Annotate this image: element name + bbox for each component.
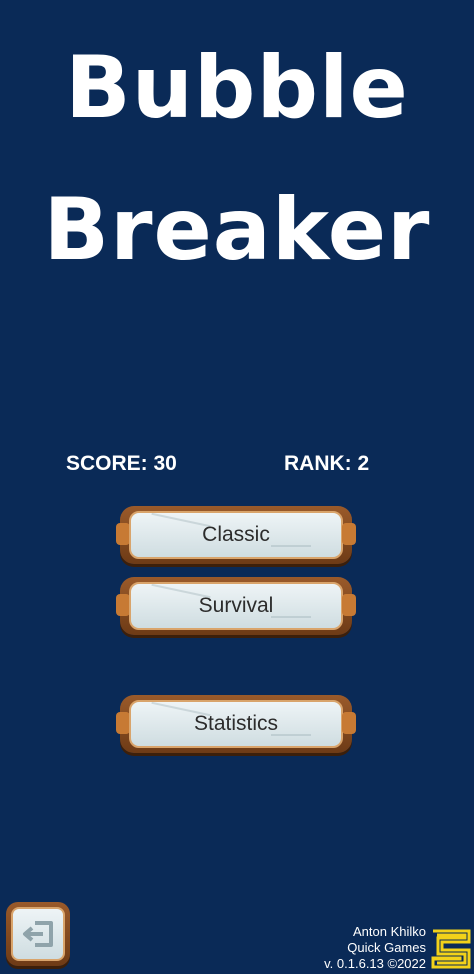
button-face bbox=[11, 907, 65, 961]
survival-mode-label: Survival bbox=[198, 594, 274, 617]
quick-games-logo bbox=[431, 929, 471, 969]
studio-name: Quick Games bbox=[347, 940, 426, 955]
statistics-label: Statistics bbox=[193, 712, 279, 735]
button-face: Classic bbox=[129, 511, 343, 559]
credits: Anton Khilko Quick Games v. 0.1.6.13 ©20… bbox=[324, 924, 426, 972]
button-tab bbox=[116, 712, 130, 734]
button-tab bbox=[116, 523, 130, 545]
classic-mode-label: Classic bbox=[202, 523, 270, 546]
author-name: Anton Khilko bbox=[353, 924, 426, 939]
button-tab bbox=[342, 594, 356, 616]
statistics-button[interactable]: Statistics bbox=[116, 695, 356, 753]
button-face: Statistics bbox=[129, 700, 343, 748]
exit-icon bbox=[23, 921, 53, 947]
survival-mode-button[interactable]: Survival bbox=[116, 577, 356, 635]
rank-display: RANK: 2 bbox=[284, 452, 370, 475]
button-tab bbox=[342, 712, 356, 734]
score-display: SCORE: 30 bbox=[66, 452, 177, 475]
game-title-line2: Breaker bbox=[43, 180, 431, 280]
classic-mode-button[interactable]: Classic bbox=[116, 506, 356, 564]
exit-button[interactable] bbox=[6, 902, 70, 966]
button-tab bbox=[342, 523, 356, 545]
version-text: v. 0.1.6.13 ©2022 bbox=[324, 956, 426, 971]
button-tab bbox=[116, 594, 130, 616]
button-face: Survival bbox=[129, 582, 343, 630]
game-title-line1: Bubble bbox=[65, 38, 409, 138]
